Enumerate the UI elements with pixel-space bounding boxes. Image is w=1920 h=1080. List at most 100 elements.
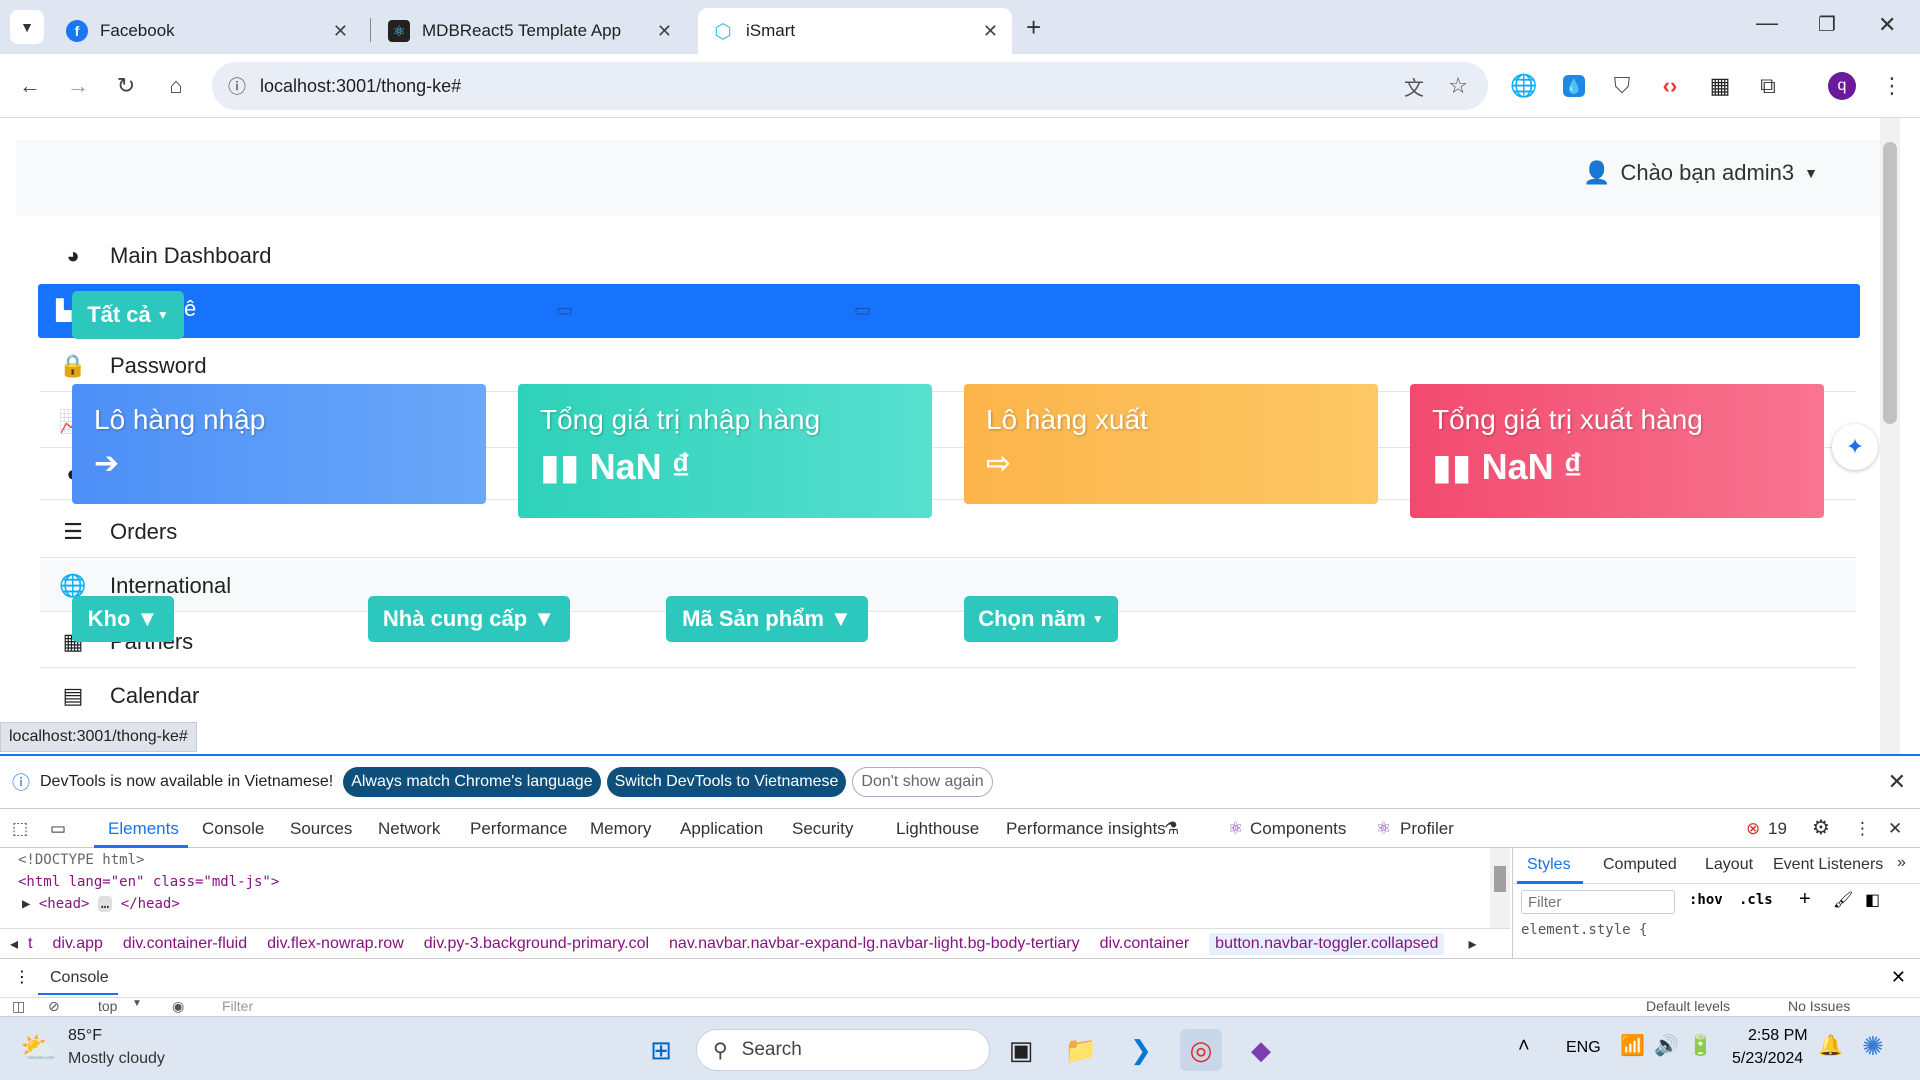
tab-application[interactable]: Application [680, 819, 763, 839]
tab-computed[interactable]: Computed [1603, 856, 1677, 874]
extension-globe-icon[interactable]: 🌐 [1508, 70, 1540, 102]
sidebar-item-active[interactable]: ▙ ê ▭ ▭ [38, 284, 1860, 338]
clock-time[interactable]: 2:58 PM [1748, 1027, 1808, 1045]
tab-profiler[interactable]: Profiler [1400, 819, 1454, 839]
breadcrumb-item[interactable]: div.flex-nowrap.row [267, 935, 404, 953]
minimize-icon[interactable]: — [1756, 10, 1778, 36]
elements-dom-tree[interactable]: <!DOCTYPE html> <html lang="en" class="m… [0, 848, 1510, 928]
tab-performance[interactable]: Performance [470, 819, 567, 839]
breadcrumb-item[interactable]: div.container-fluid [123, 935, 247, 953]
always-match-language-button[interactable]: Always match Chrome's language [343, 767, 601, 797]
inspect-element-icon[interactable]: ⬚ [12, 819, 28, 839]
breadcrumb-item[interactable]: div.py-3.background-primary.col [424, 935, 649, 953]
reload-icon[interactable]: ↻ [110, 70, 142, 102]
close-tab-icon[interactable]: ✕ [333, 21, 348, 42]
vscode-icon[interactable]: ❯ [1120, 1029, 1162, 1071]
dom-scrollbar[interactable] [1490, 848, 1510, 928]
close-drawer-icon[interactable]: ✕ [1891, 967, 1906, 988]
drawer-tab-console[interactable]: Console [50, 969, 109, 987]
wifi-icon[interactable]: 📶 [1620, 1033, 1645, 1058]
clock-date[interactable]: 5/23/2024 [1732, 1050, 1803, 1068]
expand-arrow-icon[interactable]: ▶ [22, 896, 30, 912]
default-levels-select[interactable]: Default levels [1646, 998, 1730, 1014]
close-tab-icon[interactable]: ✕ [983, 21, 998, 42]
sidebar-item-main-dashboard[interactable]: ◕ Main Dashboard [40, 230, 1856, 282]
translate-icon[interactable]: 文 [1404, 72, 1424, 101]
visual-studio-icon[interactable]: ◆ [1240, 1029, 1282, 1071]
calendar-icon[interactable]: ▭ [556, 300, 573, 321]
taskbar-search-box[interactable]: ⚲ Search [696, 1029, 990, 1071]
file-explorer-icon[interactable]: 📁 [1060, 1029, 1102, 1071]
breadcrumb-item[interactable]: nav.navbar.navbar-expand-lg.navbar-light… [669, 935, 1080, 953]
ellipsis-icon[interactable]: … [97, 896, 113, 912]
close-window-icon[interactable]: ✕ [1878, 12, 1896, 38]
windows-start-icon[interactable]: ⊞ [640, 1029, 682, 1071]
tab-security[interactable]: Security [792, 819, 853, 839]
menu-kebab-icon[interactable]: ⋮ [1876, 70, 1908, 102]
bookmark-star-icon[interactable]: ☆ [1448, 73, 1468, 99]
tab-memory[interactable]: Memory [590, 819, 651, 839]
filter-all-dropdown[interactable]: Tất cả ▼ [72, 291, 184, 339]
paint-icon[interactable]: 🖌 [1833, 890, 1853, 910]
eye-icon[interactable]: ◉ [172, 998, 184, 1015]
styles-filter-input[interactable] [1521, 890, 1675, 914]
extension-code-icon[interactable]: ‹› [1654, 70, 1686, 102]
sidebar-toggle-icon[interactable]: ◫ [12, 998, 25, 1015]
tab-sources[interactable]: Sources [290, 819, 352, 839]
home-icon[interactable]: ⌂ [160, 70, 192, 102]
settings-gear-icon[interactable]: ⚙ [1812, 815, 1830, 840]
more-tabs-icon[interactable]: » [1897, 854, 1906, 872]
copilot-icon[interactable]: ✺ [1862, 1031, 1884, 1062]
forward-icon[interactable]: → [62, 70, 94, 102]
tab-mdbreact[interactable]: ⚛ MDBReact5 Template App ✕ [374, 8, 686, 54]
warehouse-dropdown[interactable]: Kho ▼ [72, 596, 174, 642]
device-toolbar-icon[interactable]: ▭ [50, 819, 66, 839]
show-hidden-icons[interactable]: ˄ [1518, 1035, 1530, 1058]
hov-toggle[interactable]: :hov [1689, 892, 1723, 908]
breadcrumb-item[interactable]: t [28, 935, 32, 953]
ublock-icon[interactable]: ⛉ [1606, 70, 1638, 102]
devtools-menu-icon[interactable]: ⋮ [1854, 819, 1871, 839]
tab-facebook[interactable]: f Facebook ✕ [52, 8, 362, 54]
site-info-icon[interactable]: ⓘ [228, 73, 246, 99]
volume-icon[interactable]: 🔊 [1654, 1033, 1679, 1058]
tab-components[interactable]: Components [1250, 819, 1346, 839]
new-tab-button[interactable]: + [1026, 12, 1041, 43]
back-icon[interactable]: ← [14, 70, 46, 102]
profile-avatar[interactable]: q [1826, 70, 1858, 102]
drawer-menu-icon[interactable]: ⋮ [14, 967, 30, 987]
tab-network[interactable]: Network [378, 819, 440, 839]
dom-line[interactable]: <!DOCTYPE html> [18, 852, 144, 868]
extension-terminal-icon[interactable]: ▦ [1704, 70, 1736, 102]
dom-line-head[interactable]: ▶ <head> … </head> [22, 896, 180, 912]
page-scrollbar[interactable] [1880, 118, 1900, 754]
tab-performance-insights[interactable]: Performance insights [1006, 819, 1166, 839]
extensions-puzzle-icon[interactable]: ⧉ [1752, 70, 1784, 102]
tab-layout[interactable]: Layout [1705, 856, 1753, 874]
tab-search-button[interactable]: ▼ [10, 10, 44, 44]
dom-line[interactable]: <html lang="en" class="mdl-js"> [18, 874, 279, 890]
restore-icon[interactable]: ❐ [1818, 12, 1836, 37]
battery-icon[interactable]: 🔋 [1688, 1033, 1713, 1058]
breadcrumb-scroll-left-icon[interactable]: ◂ [10, 934, 18, 954]
tab-styles[interactable]: Styles [1527, 856, 1571, 874]
element-style-rule[interactable]: element.style { [1521, 922, 1647, 938]
sidebar-item-partners[interactable]: ▦ Partners [40, 616, 1856, 668]
breadcrumb-item[interactable]: button.navbar-toggler.collapsed [1209, 932, 1445, 955]
cls-toggle[interactable]: .cls [1739, 892, 1773, 908]
new-rule-icon[interactable]: + [1799, 888, 1811, 911]
close-tab-icon[interactable]: ✕ [657, 21, 672, 42]
close-devtools-icon[interactable]: ✕ [1888, 819, 1902, 839]
close-infobar-icon[interactable]: ✕ [1888, 769, 1906, 795]
address-bar[interactable]: ⓘ localhost:3001/thong-ke# 文 ☆ [212, 62, 1488, 110]
console-filter-input[interactable]: Filter [222, 998, 253, 1014]
dont-show-again-button[interactable]: Don't show again [852, 767, 993, 797]
user-menu[interactable]: 👤 Chào bạn admin3 ▼ [1583, 160, 1818, 186]
sidebar-item-calendar[interactable]: ▤ Calendar [40, 670, 1856, 722]
toggle-sidebar-icon[interactable]: ◧ [1865, 890, 1880, 910]
assistant-sparkle-icon[interactable]: ✦ [1832, 424, 1878, 470]
chrome-icon[interactable]: ◎ [1180, 1029, 1222, 1071]
notification-bell-icon[interactable]: 🔔 [1818, 1033, 1843, 1058]
product-code-dropdown[interactable]: Mã Sản phẩm ▼ [666, 596, 868, 642]
error-badge-icon[interactable]: ⊗ [1746, 819, 1760, 839]
